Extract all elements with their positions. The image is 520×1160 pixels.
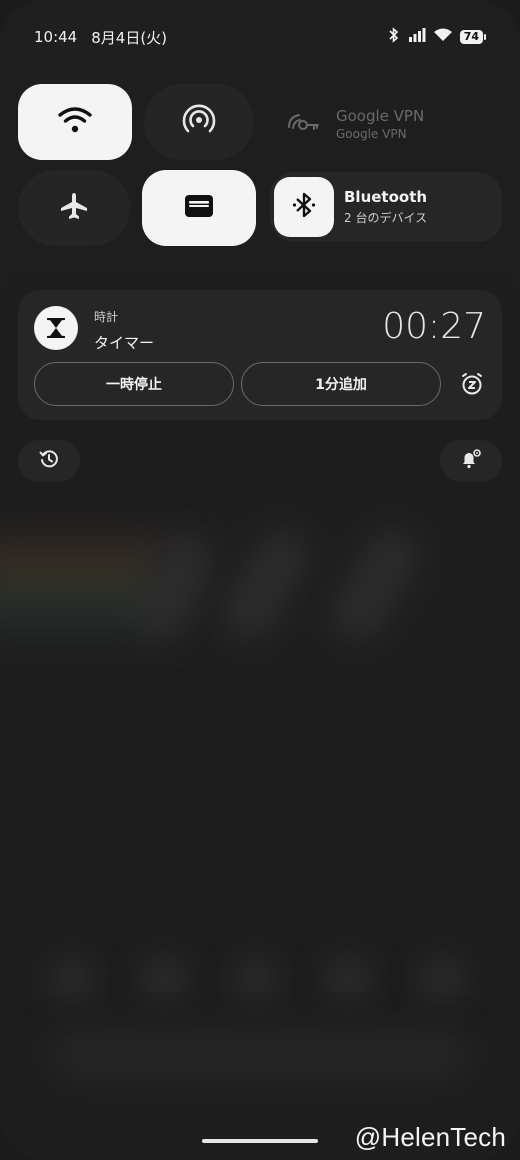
notification-history-button[interactable] [18, 440, 80, 482]
history-icon [39, 449, 59, 473]
notification-label: タイマー [94, 334, 155, 352]
bell-settings-icon [460, 448, 482, 474]
timer-notification[interactable]: 時計 タイマー 00:27 一時停止 1分追加 [18, 290, 502, 420]
home-indicator[interactable] [202, 1139, 318, 1143]
watermark: @HelenTech [354, 1122, 506, 1152]
notification-settings-button[interactable] [440, 440, 502, 482]
pause-button[interactable]: 一時停止 [34, 362, 234, 406]
hourglass-icon [34, 306, 78, 350]
notification-app-name: 時計 [94, 310, 119, 324]
add-minute-button[interactable]: 1分追加 [241, 362, 441, 406]
alarm-snooze-icon[interactable] [460, 372, 484, 396]
timer-countdown: 00:27 [382, 306, 486, 347]
screen: 10:44 8月4日(火) 74 Google VPN Google VPN B… [0, 0, 520, 1160]
blurred-background [0, 0, 520, 1160]
